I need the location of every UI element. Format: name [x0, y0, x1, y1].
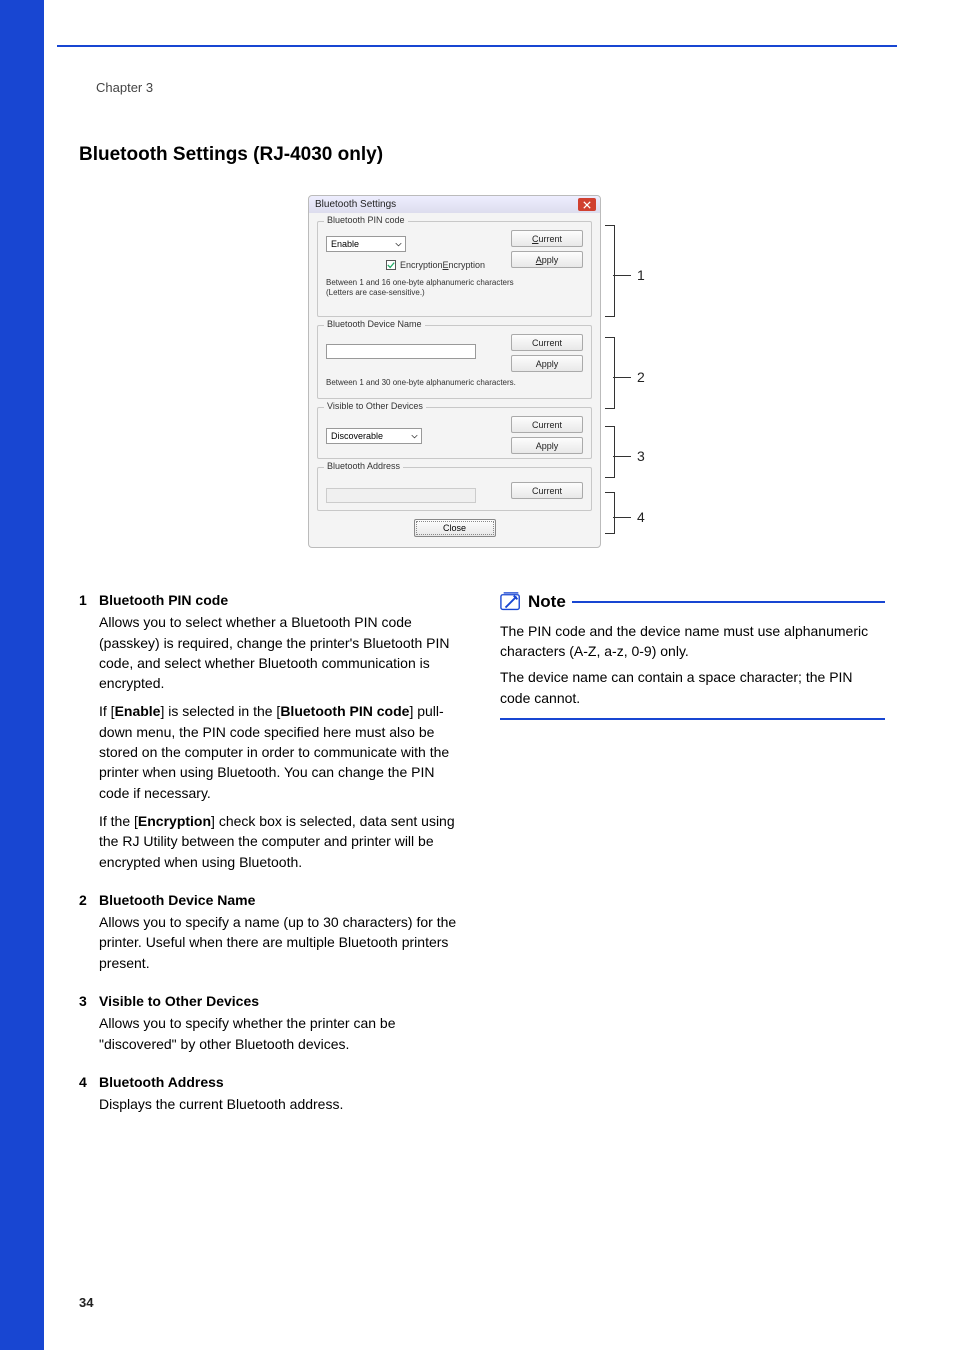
- item-4-num: 4: [79, 1072, 99, 1123]
- check-icon: [387, 261, 395, 269]
- callout-2: 2: [637, 369, 645, 385]
- pin-apply-button[interactable]: Apply: [511, 251, 583, 268]
- callout-1: 1: [637, 267, 645, 283]
- pin-helper-2: (Letters are case-sensitive.): [326, 288, 583, 298]
- legend-address: Bluetooth Address: [324, 461, 403, 471]
- name-helper: Between 1 and 30 one-byte alphanumeric c…: [326, 378, 583, 388]
- note-icon: [500, 592, 522, 612]
- visible-apply-button[interactable]: Apply: [511, 437, 583, 454]
- item-1-p3: If the [Encryption] check box is selecte…: [99, 811, 464, 872]
- visible-current-button[interactable]: Current: [511, 416, 583, 433]
- fieldset-visible: Visible to Other Devices Discoverable Cu…: [317, 407, 592, 459]
- legend-pin: Bluetooth PIN code: [324, 215, 408, 225]
- item-1-title: Bluetooth PIN code: [99, 590, 464, 610]
- dialog-titlebar: Bluetooth Settings: [309, 196, 600, 213]
- chapter-label: Chapter 3: [96, 80, 153, 95]
- item-1-num: 1: [79, 590, 99, 880]
- address-current-button[interactable]: Current: [511, 482, 583, 499]
- section-heading: Bluetooth Settings (RJ-4030 only): [79, 144, 383, 166]
- callout-4: 4: [637, 509, 645, 525]
- device-name-input[interactable]: [326, 344, 476, 359]
- item-2: 2 Bluetooth Device Name Allows you to sp…: [79, 890, 464, 981]
- item-4-title: Bluetooth Address: [99, 1072, 343, 1092]
- right-column: Note The PIN code and the device name mu…: [500, 590, 885, 1133]
- note-p1: The PIN code and the device name must us…: [500, 621, 885, 662]
- item-3-p: Allows you to specify whether the printe…: [99, 1013, 464, 1054]
- legend-name: Bluetooth Device Name: [324, 319, 425, 329]
- dialog-title: Bluetooth Settings: [315, 199, 396, 210]
- item-4-p: Displays the current Bluetooth address.: [99, 1094, 343, 1114]
- pin-helper-1: Between 1 and 16 one-byte alphanumeric c…: [326, 278, 583, 288]
- left-column: 1 Bluetooth PIN code Allows you to selec…: [79, 590, 464, 1133]
- fieldset-device-name: Bluetooth Device Name Between 1 and 30 o…: [317, 325, 592, 399]
- item-3: 3 Visible to Other Devices Allows you to…: [79, 991, 464, 1062]
- fieldset-pin-code: Bluetooth PIN code Enable EncryptionEncr…: [317, 221, 592, 317]
- legend-visible: Visible to Other Devices: [324, 401, 426, 411]
- left-accent-bar: [0, 0, 44, 1350]
- note-rule-top: [572, 601, 885, 603]
- callout-3: 3: [637, 448, 645, 464]
- note-title: Note: [528, 590, 566, 615]
- item-2-p: Allows you to specify a name (up to 30 c…: [99, 912, 464, 973]
- pin-enable-select[interactable]: Enable: [326, 236, 406, 252]
- item-2-title: Bluetooth Device Name: [99, 890, 464, 910]
- bluetooth-settings-dialog: Bluetooth Settings Bluetooth PIN code En…: [308, 195, 601, 548]
- note-rule-bottom: [500, 718, 885, 720]
- visible-select[interactable]: Discoverable: [326, 428, 422, 444]
- item-3-num: 3: [79, 991, 99, 1062]
- chevron-down-icon: [411, 432, 418, 442]
- item-2-num: 2: [79, 890, 99, 981]
- item-1-p2: If [Enable] is selected in the [Bluetoot…: [99, 701, 464, 802]
- top-rule: [57, 45, 897, 47]
- item-1-p1: Allows you to select whether a Bluetooth…: [99, 612, 464, 693]
- item-1: 1 Bluetooth PIN code Allows you to selec…: [79, 590, 464, 880]
- visible-value: Discoverable: [331, 431, 383, 441]
- note-p2: The device name can contain a space char…: [500, 667, 885, 708]
- address-display: [326, 488, 476, 503]
- encryption-label: EncryptionEncryption: [400, 260, 485, 270]
- page-number: 34: [79, 1295, 93, 1310]
- pin-current-button[interactable]: Current: [511, 230, 583, 247]
- fieldset-address: Bluetooth Address Current: [317, 467, 592, 511]
- name-current-button[interactable]: Current: [511, 334, 583, 351]
- encryption-checkbox[interactable]: [386, 260, 396, 270]
- chevron-down-icon: [395, 240, 402, 250]
- note-box: Note The PIN code and the device name mu…: [500, 590, 885, 720]
- pin-enable-value: Enable: [331, 239, 359, 249]
- dialog-close-button[interactable]: Close: [414, 519, 496, 537]
- close-icon[interactable]: [578, 198, 596, 211]
- item-4: 4 Bluetooth Address Displays the current…: [79, 1072, 464, 1123]
- item-3-title: Visible to Other Devices: [99, 991, 464, 1011]
- name-apply-button[interactable]: Apply: [511, 355, 583, 372]
